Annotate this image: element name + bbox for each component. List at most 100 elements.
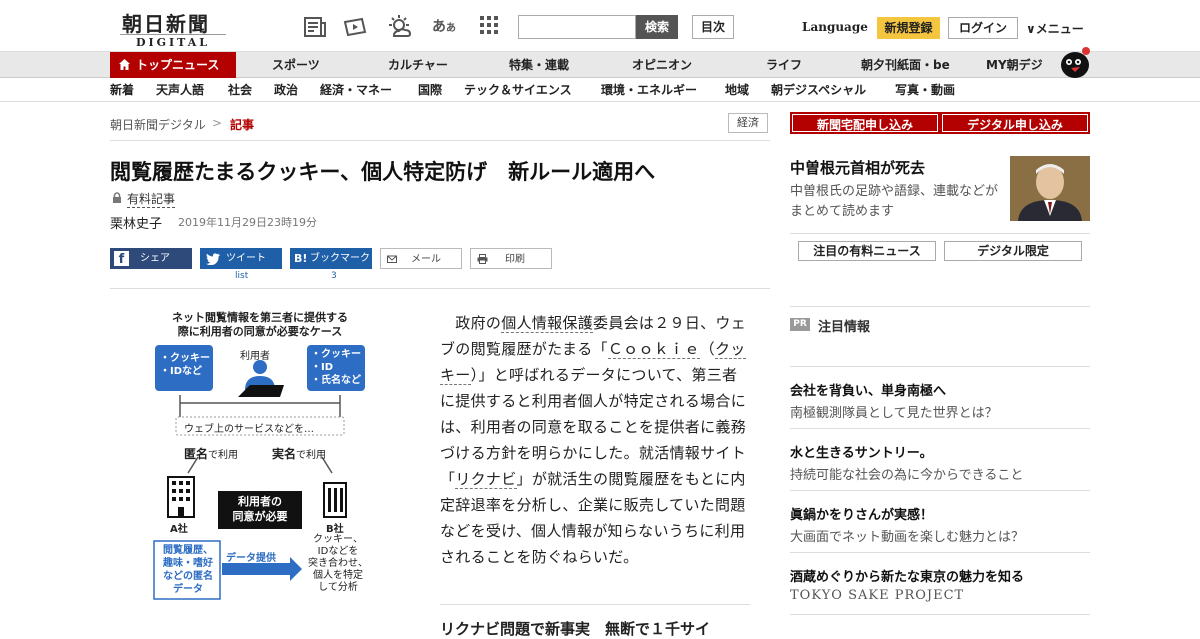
nav2-environment[interactable]: 環境・エネルギー (601, 78, 697, 102)
article-body: 政府の個人情報保護委員会は２９日、ウェブの閲覧履歴がたまる「Ｃｏｏｋｉｅ（クッキ… (440, 310, 750, 570)
figure-data-a: 閲覧履歴、 趣味・嗜好 などの匿名 データ (158, 544, 218, 596)
figure-b-line: 個人を特定 (313, 570, 363, 581)
category-tag[interactable]: 経済 (728, 113, 768, 133)
nav-culture[interactable]: カルチャー (388, 52, 448, 78)
article-author[interactable]: 栗林史子 (110, 213, 162, 232)
nav-top-news-label: トップニュース (136, 58, 220, 72)
figure-left-box: ・クッキー ・IDなど (160, 352, 210, 378)
pr-item-title[interactable]: 酒蔵めぐりから新たな東京の魅力を知る (790, 566, 1024, 585)
divider (110, 140, 770, 141)
figure-real-label: 実名で利用 (272, 445, 326, 462)
newspaper-subscribe-button[interactable]: 新聞宅配申し込み (790, 112, 940, 134)
login-button[interactable]: ログイン (948, 17, 1018, 39)
figure-data-line: 趣味・嗜好 (163, 558, 213, 569)
pr-badge: PR (790, 318, 810, 331)
nav-my-asadeji[interactable]: MY朝デジ (986, 52, 1043, 78)
tab-paid-news[interactable]: 注目の有料ニュース (798, 241, 936, 261)
keyword-link[interactable]: リクナビ (455, 470, 517, 489)
divider (790, 614, 1090, 615)
pr-item-title[interactable]: 会社を背負い、単身南極へ (790, 380, 946, 399)
figure-title-line2: 際に利用者の同意が必要なケース (177, 325, 343, 338)
figure-title-line1: ネット閲覧情報を第三者に提供する (172, 311, 348, 324)
nav2-latest[interactable]: 新着 (110, 78, 134, 102)
nav-sports[interactable]: スポーツ (272, 52, 320, 78)
keyword-link[interactable]: Ｃｏｏｋｉｅ (607, 340, 700, 359)
body-text: （ (699, 340, 715, 358)
grid-menu-icon[interactable] (476, 14, 502, 40)
breadcrumb-separator: > (212, 116, 223, 130)
search-input[interactable] (518, 15, 636, 39)
font-size-icon[interactable]: ああ (431, 14, 457, 40)
logo-main-text: 朝日新聞 (122, 12, 210, 36)
figure-data-line: 閲覧履歴、 (163, 545, 213, 556)
weather-icon[interactable] (386, 14, 412, 40)
mail-button[interactable]: メール (380, 248, 462, 269)
nav2-economy[interactable]: 経済・マネー (320, 78, 392, 102)
pr-item-title[interactable]: 眞鍋かをりさんが実感！ (790, 504, 933, 523)
pr-item-desc[interactable]: 持続可能な社会の為に今からできること (790, 464, 1023, 483)
pr-item-title[interactable]: 水と生きるサントリー。 (790, 442, 933, 461)
digital-subscribe-button[interactable]: デジタル申し込み (940, 112, 1090, 134)
nav-paper[interactable]: 朝夕刊紙面・be (861, 52, 950, 78)
tweet-label: ツイート (226, 253, 266, 264)
figure-consent-line: 利用者の (238, 495, 282, 508)
facebook-share-button[interactable]: f シェア (110, 248, 192, 269)
nav2-politics[interactable]: 政治 (274, 78, 298, 102)
pr-item-desc[interactable]: 南極観測隊員として見た世界とは？ (790, 402, 998, 421)
mascot-icon[interactable] (1058, 46, 1092, 78)
primary-nav: トップニュース スポーツ カルチャー 特集・連載 オピニオン ライフ 朝夕刊紙面… (0, 47, 1200, 78)
nav2-tensei[interactable]: 天声人語 (156, 78, 204, 102)
search-button[interactable]: 検索 (636, 15, 678, 39)
mail-icon (387, 249, 397, 272)
tweet-button[interactable]: ツイート (200, 248, 282, 269)
divider (110, 288, 770, 289)
tweet-list-link[interactable]: list (235, 271, 248, 281)
menu-button[interactable]: ∨メニュー (1026, 20, 1084, 37)
nav2-tech[interactable]: テック＆サイエンス (464, 78, 572, 102)
top-header: 朝日新聞 DIGITAL ああ 検索 目次 Language 新規登録 ログイン… (0, 0, 1200, 52)
hatena-label: ブックマーク (310, 253, 370, 264)
video-icon[interactable] (342, 14, 368, 40)
pr-item-desc[interactable]: TOKYO SAKE PROJECT (790, 588, 964, 603)
feature-portrait-image[interactable] (1010, 156, 1090, 221)
figure-company-a: A社 (170, 524, 188, 535)
sidebar-feature-title[interactable]: 中曽根元首相が死去 (790, 157, 925, 178)
asahi-digital-logo[interactable]: 朝日新聞 DIGITAL (110, 6, 228, 49)
nav2-special[interactable]: 朝デジスペシャル (771, 78, 866, 102)
nav2-photo[interactable]: 写真・動画 (895, 78, 955, 102)
sidebar-feature-desc[interactable]: 中曽根氏の足跡や語録、連載などがまとめて読めます (790, 182, 1002, 222)
paid-article-label[interactable]: 有料記事 (127, 190, 176, 208)
figure-left-line: ・IDなど (160, 366, 203, 377)
hatena-bookmark-button[interactable]: B! ブックマーク (290, 248, 372, 269)
print-button[interactable]: 印刷 (470, 248, 552, 269)
figure-b-line: 突き合わせ、 (308, 558, 368, 569)
nav-life[interactable]: ライフ (766, 52, 802, 78)
nav-opinion[interactable]: オピニオン (632, 52, 692, 78)
divider (790, 306, 1090, 307)
nav-features[interactable]: 特集・連載 (509, 52, 569, 78)
divider (790, 366, 1090, 367)
contents-button[interactable]: 目次 (692, 15, 734, 39)
figure-data-line: などの匿名 (163, 571, 213, 582)
related-article-link[interactable]: リクナビ問題で新事実 無断で１千サイ (440, 618, 710, 639)
language-link[interactable]: Language (802, 20, 868, 34)
print-icon (477, 249, 488, 272)
newspaper-icon[interactable] (302, 14, 328, 40)
hatena-icon: B! (294, 252, 308, 265)
tab-digital-only[interactable]: デジタル限定 (944, 241, 1082, 261)
nav2-region[interactable]: 地域 (725, 78, 749, 102)
pr-item-desc[interactable]: 大画面でネット動画を楽しむ魅力とは？ (790, 526, 1024, 545)
divider (790, 428, 1090, 429)
print-label: 印刷 (505, 254, 525, 265)
register-button[interactable]: 新規登録 (877, 17, 940, 39)
nav-top-news[interactable]: トップニュース (110, 52, 236, 78)
figure-title: ネット閲覧情報を第三者に提供する 際に利用者の同意が必要なケース (158, 311, 362, 339)
article-infographic[interactable]: ネット閲覧情報を第三者に提供する 際に利用者の同意が必要なケース ・クッキー ・… (150, 305, 370, 605)
nav2-society[interactable]: 社会 (228, 78, 252, 102)
home-icon (119, 59, 130, 70)
breadcrumb-current: 記事 (230, 118, 255, 132)
breadcrumb-home[interactable]: 朝日新聞デジタル (110, 116, 206, 133)
keyword-link[interactable]: 個人情報保護 (501, 314, 594, 333)
nav2-international[interactable]: 国際 (418, 78, 442, 102)
lock-icon (112, 192, 122, 206)
